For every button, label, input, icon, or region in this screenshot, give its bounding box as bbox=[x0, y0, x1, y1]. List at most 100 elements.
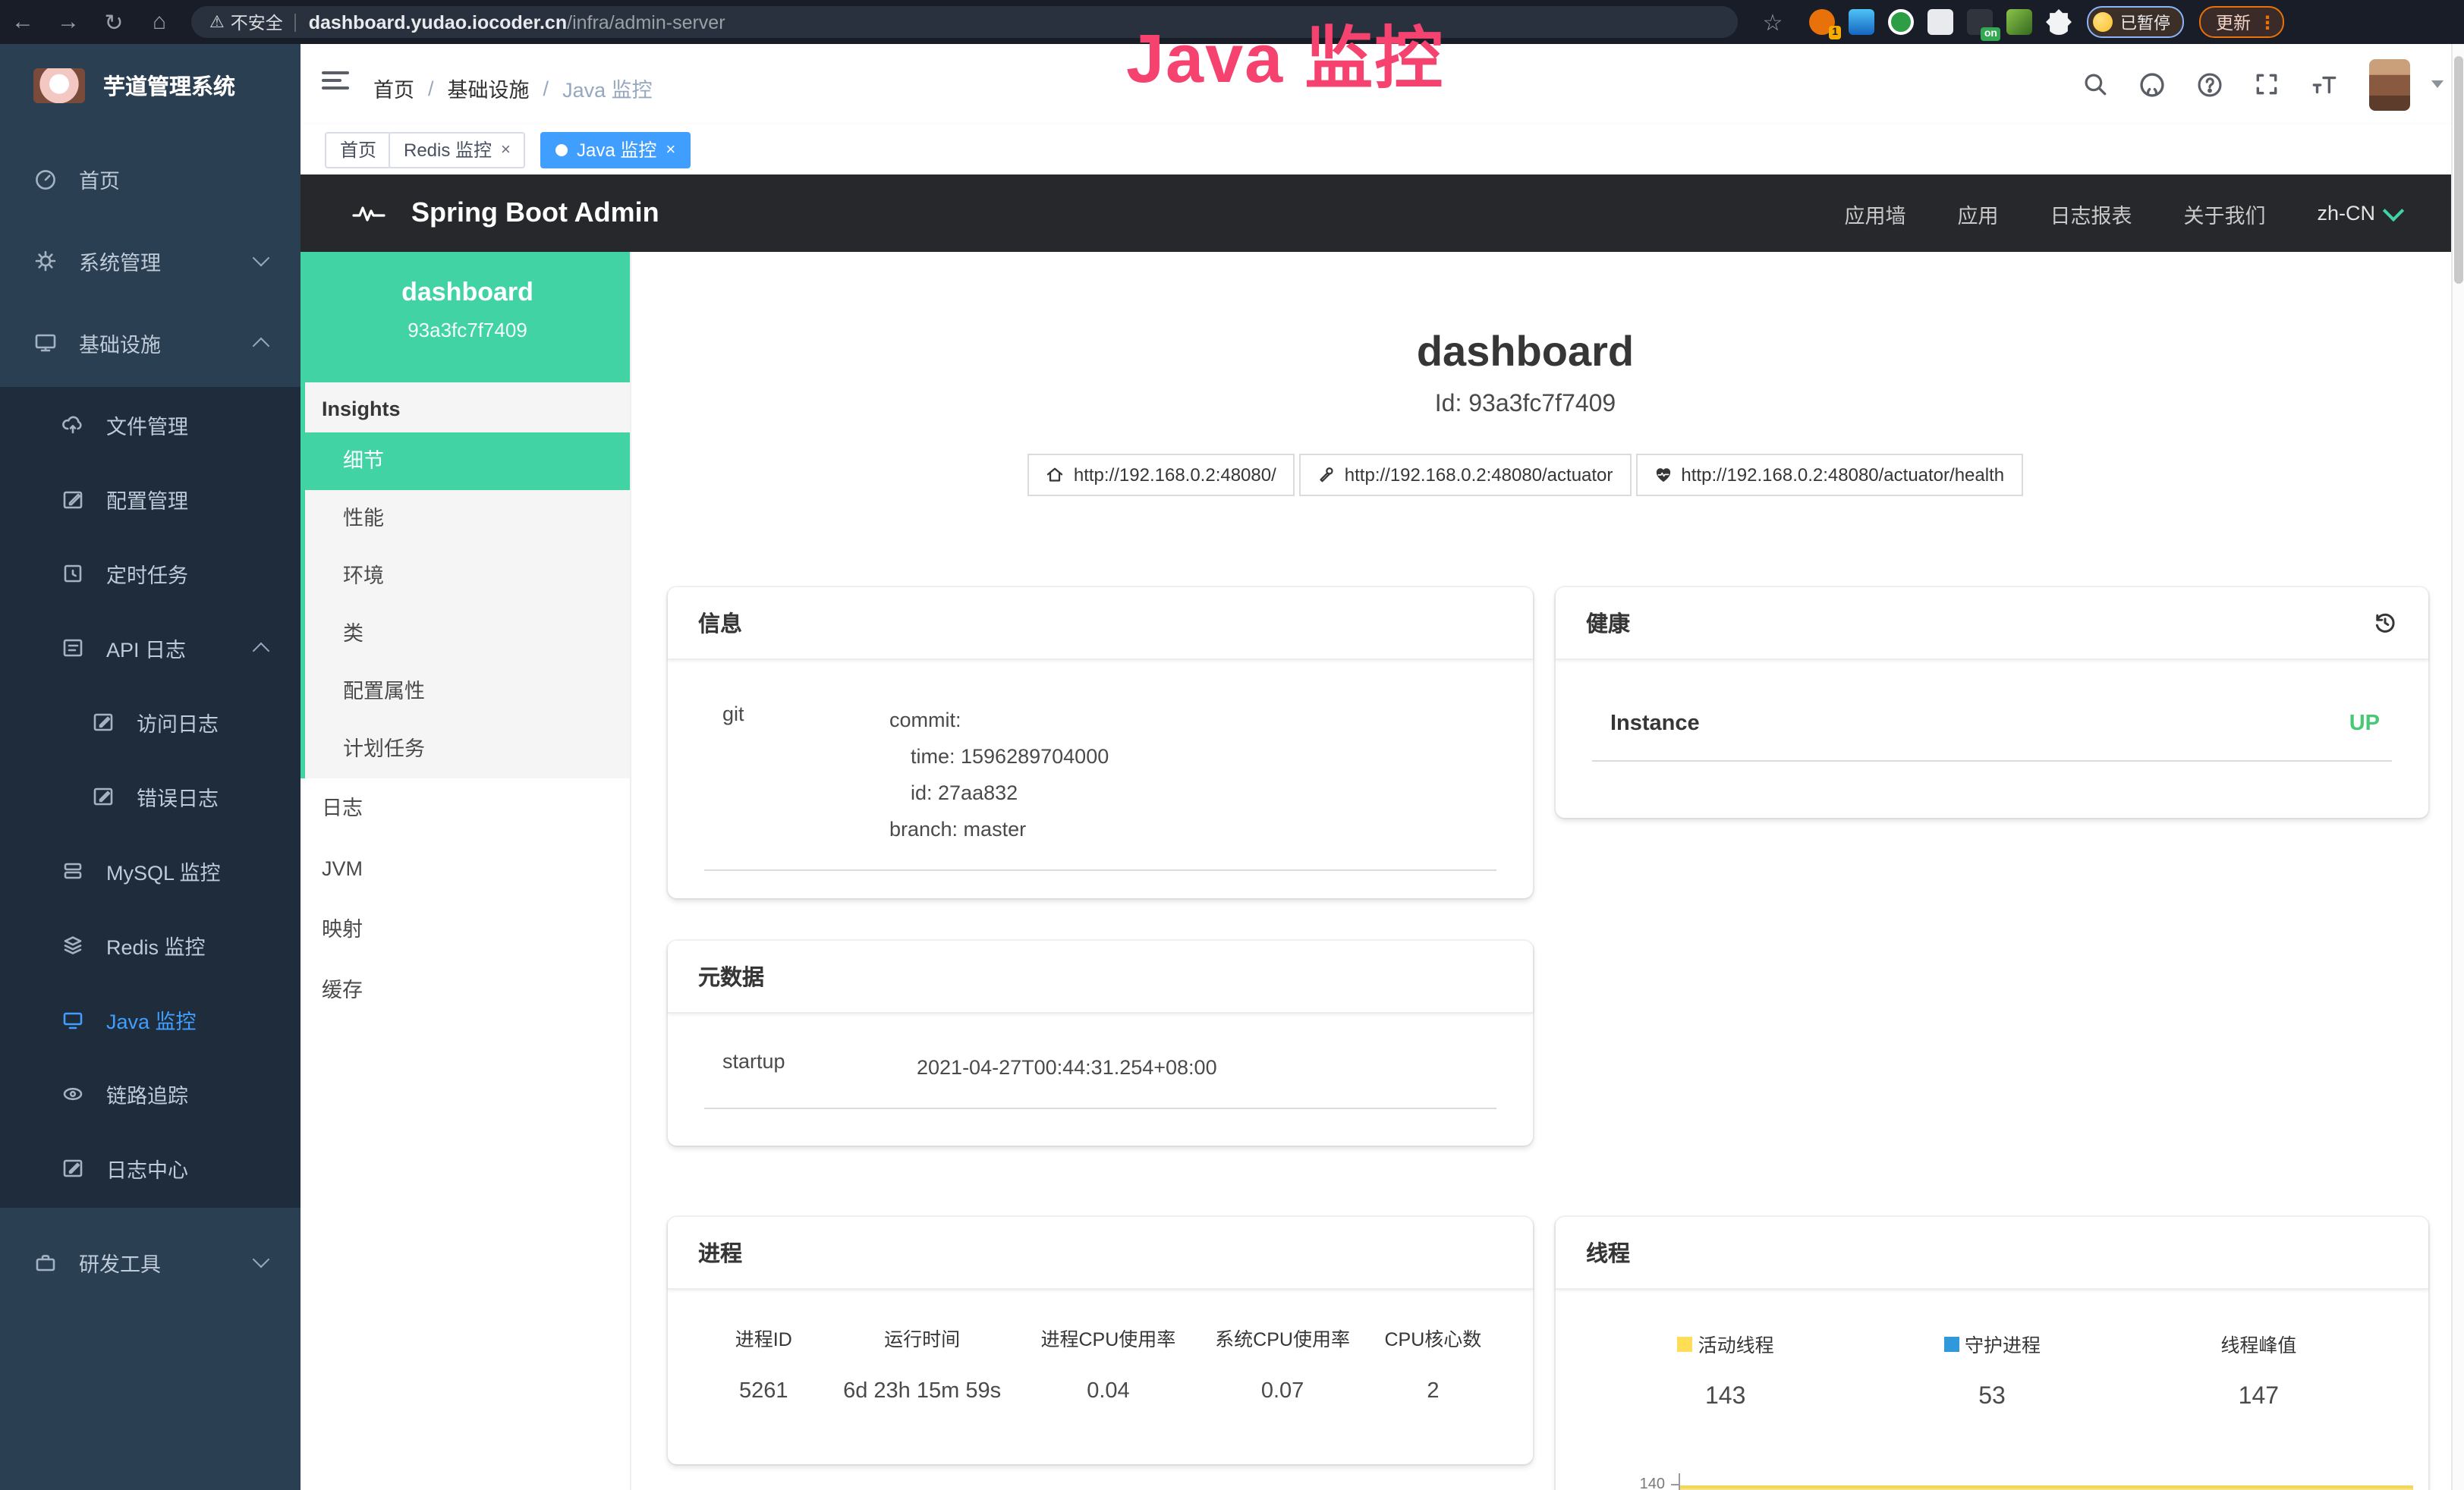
sidebar-item-log-center[interactable]: 日志中心 bbox=[0, 1130, 301, 1206]
browser-menu-icon[interactable]: ⋮ bbox=[2258, 11, 2277, 33]
hamburger-icon[interactable] bbox=[322, 71, 349, 96]
breadcrumb-home[interactable]: 首页 bbox=[373, 73, 414, 103]
page-scrollbar[interactable] bbox=[2451, 44, 2464, 1490]
sidebar-item-redis-monitor[interactable]: Redis 监控 bbox=[0, 907, 301, 983]
infra-submenu: 文件管理 配置管理 定时任务 API 日志 访问日志 错误日志 bbox=[0, 387, 301, 1208]
font-size-icon[interactable] bbox=[2310, 71, 2339, 97]
column-header: 系统CPU使用率 bbox=[1195, 1323, 1370, 1352]
close-icon[interactable]: × bbox=[666, 134, 675, 167]
insights-section-label: Insights bbox=[305, 382, 630, 432]
avatar[interactable] bbox=[2369, 58, 2410, 110]
sidebar-item-scheduled-jobs[interactable]: 定时任务 bbox=[0, 536, 301, 611]
sidebar-item-system[interactable]: 系统管理 bbox=[0, 223, 301, 299]
sidebar-item-dev-tools[interactable]: 研发工具 bbox=[0, 1224, 301, 1300]
threads-legend: 活动线程 143 守护进程 53 线程峰值 147 bbox=[1592, 1329, 2392, 1411]
breadcrumb: 首页 / 基础设施 / Java 监控 bbox=[373, 73, 653, 103]
sba-nav-journal[interactable]: 日志报表 bbox=[2050, 198, 2132, 228]
column-header: 进程ID bbox=[704, 1323, 823, 1352]
back-icon[interactable]: ← bbox=[0, 9, 46, 35]
not-secure-label[interactable]: 不安全 bbox=[231, 10, 283, 34]
pin-extension-icon[interactable] bbox=[1849, 9, 1874, 35]
service-url-button[interactable]: http://192.168.0.2:48080/ bbox=[1028, 454, 1295, 496]
caret-down-icon[interactable] bbox=[2431, 80, 2444, 88]
grid-extension-icon[interactable] bbox=[1927, 9, 1953, 35]
home-icon[interactable]: ⌂ bbox=[137, 9, 182, 35]
sidebar-item-jvm[interactable]: JVM bbox=[301, 839, 630, 900]
actuator-url-button[interactable]: http://192.168.0.2:48080/actuator bbox=[1299, 454, 1632, 496]
sidebar-item-mysql-monitor[interactable]: MySQL 监控 bbox=[0, 833, 301, 909]
puzzle-extensions-icon[interactable] bbox=[2046, 9, 2072, 35]
sidebar-item-access-logs[interactable]: 访问日志 bbox=[0, 684, 301, 760]
insights-item-classes[interactable]: 类 bbox=[305, 605, 630, 663]
sba-language-select[interactable]: zh-CN bbox=[2317, 202, 2401, 225]
tag-home[interactable]: 首页 bbox=[325, 132, 392, 168]
leaf-extension-icon[interactable] bbox=[2006, 9, 2032, 35]
insights-item-scheduled-tasks[interactable]: 计划任务 bbox=[305, 721, 630, 778]
update-browser-button[interactable]: 更新⋮ bbox=[2199, 6, 2284, 38]
instance-header[interactable]: dashboard 93a3fc7f7409 bbox=[301, 252, 630, 382]
log-icon bbox=[61, 636, 85, 660]
scrollbar-thumb[interactable] bbox=[2454, 56, 2463, 284]
sidebar-item-tracing[interactable]: 链路追踪 bbox=[0, 1056, 301, 1132]
chevron-down-icon bbox=[253, 250, 270, 267]
sba-nav-about[interactable]: 关于我们 bbox=[2183, 198, 2265, 228]
info-row-git: git commit: time: 1596289704000 id: 27aa… bbox=[704, 672, 1496, 871]
extension-icon[interactable]: 1 bbox=[1809, 9, 1835, 35]
tag-redis-monitor[interactable]: Redis 监控 × bbox=[389, 132, 526, 168]
tag-java-monitor[interactable]: Java 监控 × bbox=[540, 132, 691, 168]
chevron-up-icon bbox=[253, 338, 270, 355]
chevron-down-icon bbox=[2383, 200, 2404, 221]
bookmark-star-icon[interactable]: ☆ bbox=[1750, 8, 1795, 36]
github-icon[interactable] bbox=[2138, 71, 2166, 98]
insights-item-environment[interactable]: 环境 bbox=[305, 548, 630, 605]
fullscreen-icon[interactable] bbox=[2254, 71, 2280, 97]
health-url-button[interactable]: http://192.168.0.2:48080/actuator/health bbox=[1635, 454, 2022, 496]
reload-icon[interactable]: ↻ bbox=[91, 8, 137, 36]
chevron-down-icon bbox=[253, 1251, 270, 1268]
sidebar-item-error-logs[interactable]: 错误日志 bbox=[0, 759, 301, 835]
y-extension-icon[interactable] bbox=[1888, 9, 1914, 35]
daemon-threads-value: 53 bbox=[1858, 1383, 2125, 1410]
insights-item-config-props[interactable]: 配置属性 bbox=[305, 663, 630, 721]
address-bar[interactable]: ⚠ 不安全 dashboard.yudao.iocoder.cn/infra/a… bbox=[191, 6, 1738, 38]
monitor-icon bbox=[33, 331, 58, 355]
wrench-icon bbox=[1317, 466, 1336, 484]
card-title: 元数据 bbox=[698, 960, 764, 992]
paused-profile-chip[interactable]: 已暂停 bbox=[2087, 6, 2184, 38]
health-row-instance: Instance UP bbox=[1592, 672, 2392, 762]
history-icon[interactable] bbox=[2372, 610, 2398, 636]
breadcrumb-infra[interactable]: 基础设施 bbox=[448, 73, 530, 103]
sba-brand[interactable]: Spring Boot Admin bbox=[411, 197, 659, 229]
sidebar-item-home[interactable]: 首页 bbox=[0, 141, 301, 217]
forward-icon[interactable]: → bbox=[46, 9, 91, 35]
log-icon bbox=[91, 784, 115, 809]
sidebar-item-caches[interactable]: 缓存 bbox=[301, 960, 630, 1021]
help-icon[interactable] bbox=[2196, 71, 2223, 98]
cloud-upload-icon bbox=[61, 413, 85, 437]
sidebar-item-infra[interactable]: 基础设施 bbox=[0, 305, 301, 381]
sba-nav-applications[interactable]: 应用 bbox=[1957, 198, 1998, 228]
sidebar-item-api-logs[interactable]: API 日志 bbox=[0, 610, 301, 686]
sba-nav: 应用墙 应用 日志报表 关于我们 zh-CN bbox=[1844, 198, 2464, 228]
search-icon[interactable] bbox=[2082, 71, 2108, 97]
sidebar-item-config-manage[interactable]: 配置管理 bbox=[0, 461, 301, 537]
home-icon bbox=[1046, 466, 1065, 484]
app-logo[interactable]: 芋道管理系统 bbox=[0, 44, 301, 126]
y-tick-label: 140 bbox=[1592, 1476, 1665, 1490]
warning-icon: ⚠ bbox=[209, 12, 225, 32]
heart-pulse-icon bbox=[1654, 466, 1672, 484]
sidebar-item-logs[interactable]: 日志 bbox=[301, 778, 630, 839]
sba-nav-wallboard[interactable]: 应用墙 bbox=[1844, 198, 1905, 228]
dark-extension-icon[interactable]: on bbox=[1967, 9, 1993, 35]
insights-item-metrics[interactable]: 性能 bbox=[305, 490, 630, 548]
gear-icon bbox=[33, 249, 58, 273]
logo-image bbox=[33, 68, 85, 102]
sba-logo-icon bbox=[346, 190, 392, 236]
health-card: 健康 Instance UP bbox=[1556, 587, 2428, 818]
sidebar-item-java-monitor[interactable]: Java 监控 bbox=[0, 982, 301, 1058]
sidebar-item-mappings[interactable]: 映射 bbox=[301, 900, 630, 960]
sidebar-item-file-manage[interactable]: 文件管理 bbox=[0, 387, 301, 463]
card-title: 信息 bbox=[698, 607, 742, 639]
close-icon[interactable]: × bbox=[501, 134, 511, 167]
insights-item-details[interactable]: 细节 bbox=[305, 432, 630, 490]
